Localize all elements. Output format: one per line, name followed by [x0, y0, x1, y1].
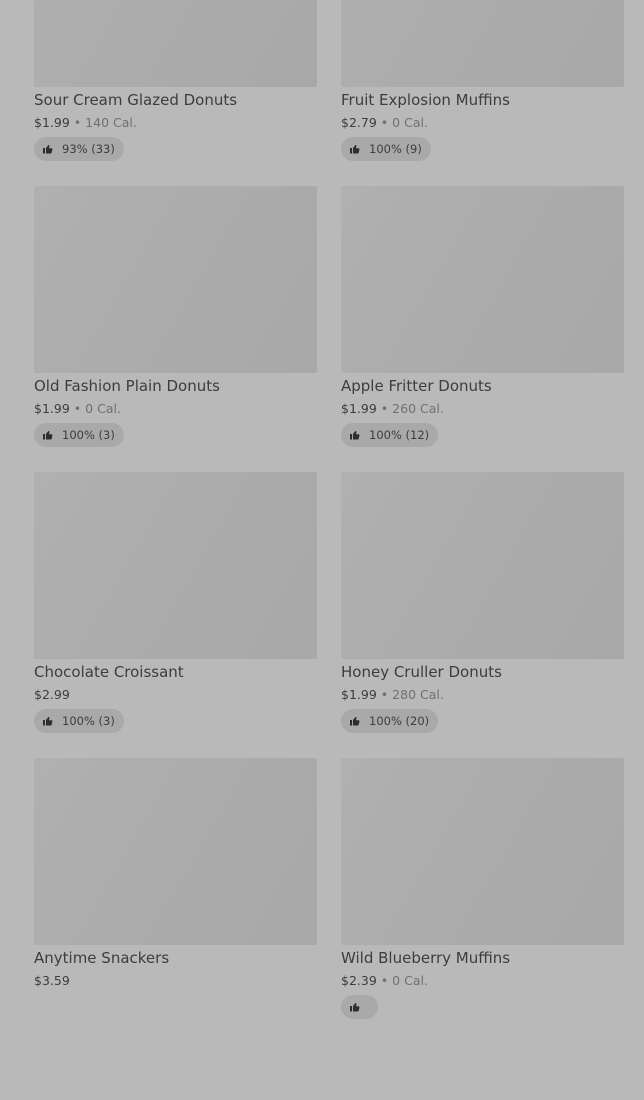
rating-value: 100% (20) [369, 714, 430, 728]
item-price: $1.99 [34, 115, 70, 130]
item-price: $2.99 [34, 687, 70, 702]
thumbs-up-icon [350, 717, 360, 726]
rating-badge: 100% (9) [341, 137, 431, 161]
thumbs-up-icon [350, 431, 360, 440]
rating-value: 100% (12) [369, 428, 430, 442]
item-price: $2.39 [341, 973, 377, 988]
menu-item-card[interactable]: Wild Blueberry Muffins $2.39 • 0 Cal. [341, 758, 624, 1044]
meta-separator: • [73, 115, 82, 130]
item-image[interactable] [341, 758, 624, 945]
item-meta: $2.39 • 0 Cal. [341, 972, 428, 990]
item-calories: 260 Cal. [392, 401, 444, 416]
meta-separator: • [73, 401, 82, 416]
meta-separator: • [380, 973, 389, 988]
thumbs-up-icon [43, 431, 53, 440]
rating-value: 93% (33) [62, 142, 115, 156]
item-price: $1.99 [341, 687, 377, 702]
item-calories: 0 Cal. [392, 973, 428, 988]
item-name: Honey Cruller Donuts [341, 663, 502, 681]
rating-badge [341, 995, 378, 1019]
item-price: $1.99 [34, 401, 70, 416]
item-image[interactable] [34, 758, 317, 945]
menu-item-card[interactable]: Anytime Snackers $3.59 [34, 758, 317, 1044]
item-meta: $1.99 • 280 Cal. [341, 686, 444, 704]
meta-separator: • [380, 115, 389, 130]
menu-item-card[interactable]: Fruit Explosion Muffins $2.79 • 0 Cal. 100… [341, 0, 624, 186]
item-price: $1.99 [341, 401, 377, 416]
rating-value: 100% (3) [62, 428, 115, 442]
item-name: Apple Fritter Donuts [341, 377, 492, 395]
item-image[interactable] [34, 186, 317, 373]
rating-badge: 100% (3) [34, 423, 124, 447]
item-calories: 0 Cal. [392, 115, 428, 130]
rating-value: 100% (9) [369, 142, 422, 156]
item-image[interactable] [341, 186, 624, 373]
meta-separator: • [380, 401, 389, 416]
item-image[interactable] [341, 0, 624, 87]
item-price: $2.79 [341, 115, 377, 130]
item-image[interactable] [341, 472, 624, 659]
item-calories: 140 Cal. [85, 115, 137, 130]
meta-separator: • [380, 687, 389, 702]
item-image[interactable] [34, 472, 317, 659]
item-name: Sour Cream Glazed Donuts [34, 91, 238, 109]
item-name: Anytime Snackers [34, 949, 170, 967]
item-name: Fruit Explosion Muffins [341, 91, 510, 109]
menu-item-card[interactable]: Apple Fritter Donuts $1.99 • 260 Cal. 100%… [341, 186, 624, 472]
item-meta: $2.99 [34, 686, 70, 704]
menu-item-card[interactable]: Old Fashion Plain Donuts $1.99 • 0 Cal. 10… [34, 186, 317, 472]
thumbs-up-icon [43, 145, 53, 154]
rating-badge: 93% (33) [34, 137, 124, 161]
thumbs-up-icon [43, 717, 53, 726]
item-name: Old Fashion Plain Donuts [34, 377, 220, 395]
item-image[interactable] [34, 0, 317, 87]
item-meta: $1.99 • 0 Cal. [34, 400, 121, 418]
item-meta: $1.99 • 260 Cal. [341, 400, 444, 418]
item-meta: $2.79 • 0 Cal. [341, 114, 428, 132]
thumbs-up-icon [350, 145, 360, 154]
rating-value: 100% (3) [62, 714, 115, 728]
menu-item-card[interactable]: Chocolate Croissant $2.99 100% (3) [34, 472, 317, 758]
rating-badge: 100% (3) [34, 709, 124, 733]
thumbs-up-icon [350, 1003, 360, 1012]
item-meta: $3.59 [34, 972, 70, 990]
item-name: Chocolate Croissant [34, 663, 184, 681]
rating-badge: 100% (12) [341, 423, 439, 447]
menu-page: Sour Cream Glazed Donuts $1.99 • 140 Cal. … [0, 0, 644, 1100]
menu-item-card[interactable]: Sour Cream Glazed Donuts $1.99 • 140 Cal. … [34, 0, 317, 186]
item-calories: 0 Cal. [85, 401, 121, 416]
item-calories: 280 Cal. [392, 687, 444, 702]
rating-badge: 100% (20) [341, 709, 439, 733]
item-meta: $1.99 • 140 Cal. [34, 114, 137, 132]
menu-item-grid: Sour Cream Glazed Donuts $1.99 • 140 Cal. … [34, 0, 624, 1044]
item-name: Wild Blueberry Muffins [341, 949, 511, 967]
menu-item-card[interactable]: Honey Cruller Donuts $1.99 • 280 Cal. 100%… [341, 472, 624, 758]
item-price: $3.59 [34, 973, 70, 988]
